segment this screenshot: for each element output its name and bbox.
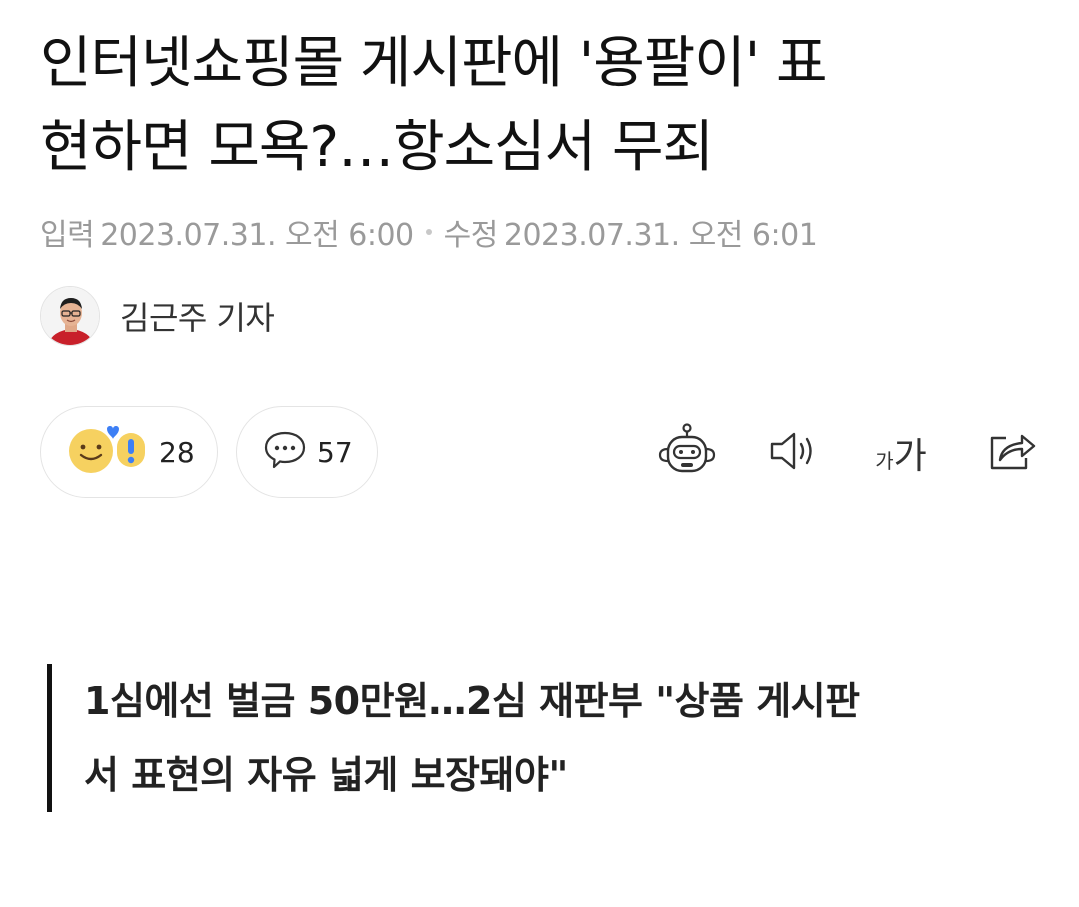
headline-line-1: 인터넷쇼핑몰 게시판에 '용팔이' 표 xyxy=(40,31,827,96)
subhead-line-1: 1심에선 벌금 50만원…2심 재판부 "상품 게시판 xyxy=(84,679,860,723)
modified-label: 수정 xyxy=(443,218,499,253)
reporter-avatar[interactable] xyxy=(40,286,100,346)
article-dates: 입력 2023.07.31. 오전 6:00 수정 2023.07.31. 오전… xyxy=(40,210,818,254)
reaction-button[interactable]: 28 xyxy=(40,406,218,498)
reporter-name[interactable]: 김근주 기자 xyxy=(120,293,275,339)
font-size-button[interactable]: 가가 xyxy=(868,420,934,486)
article-subheadline: 1심에선 벌금 50만원…2심 재판부 "상품 게시판 서 표현의 자유 넓게 … xyxy=(47,664,984,812)
article-headline: 인터넷쇼핑몰 게시판에 '용팔이' 표 현하면 모욕?…항소심서 무죄 xyxy=(40,22,1040,190)
published-date: 2023.07.31. 오전 6:00 xyxy=(100,218,414,253)
headline-line-2: 현하면 모욕?…항소심서 무죄 xyxy=(40,115,714,180)
share-button[interactable] xyxy=(982,420,1042,486)
modified-date: 2023.07.31. 오전 6:01 xyxy=(503,218,818,253)
font-large-glyph: 가 xyxy=(893,436,927,477)
reaction-count: 28 xyxy=(159,435,195,469)
font-size-icon: 가가 xyxy=(875,427,927,479)
speaker-icon xyxy=(768,429,820,477)
robot-icon xyxy=(657,422,717,484)
separator-dot xyxy=(425,229,432,235)
subhead-line-2: 서 표현의 자유 넓게 보장돼야" xyxy=(84,753,568,797)
share-icon xyxy=(986,428,1038,478)
speech-bubble-icon xyxy=(263,428,307,476)
published-label: 입력 xyxy=(40,218,95,253)
comment-count: 57 xyxy=(317,435,353,469)
font-small-glyph: 가 xyxy=(875,449,894,473)
reporter-byline[interactable]: 김근주 기자 xyxy=(40,286,275,346)
read-aloud-button[interactable] xyxy=(766,420,822,486)
summary-bot-button[interactable] xyxy=(655,420,719,486)
comment-button[interactable]: 57 xyxy=(236,406,378,498)
emoji-reaction-icon xyxy=(67,425,149,479)
